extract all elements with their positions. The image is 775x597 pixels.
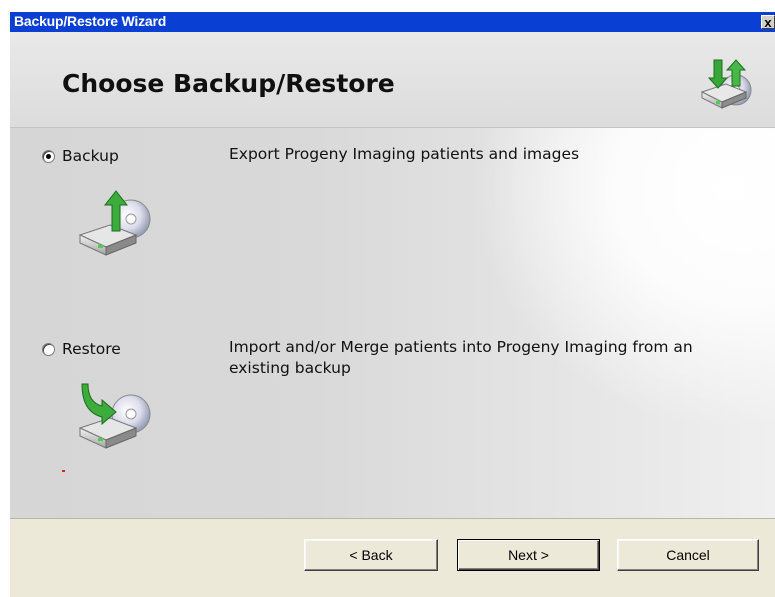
backup-radio[interactable] xyxy=(42,149,55,163)
backup-radio-option[interactable]: Backup xyxy=(42,147,119,165)
wizard-window: Backup/Restore Wizard x Choose Backup/Re… xyxy=(0,0,775,597)
page-title: Choose Backup/Restore xyxy=(62,69,395,98)
backup-label: Backup xyxy=(62,147,119,165)
cancel-button[interactable]: Cancel xyxy=(617,539,759,571)
stray-red-mark xyxy=(62,470,65,472)
title-bar[interactable]: Backup/Restore Wizard x xyxy=(10,12,775,32)
radio-selected-dot xyxy=(46,153,51,159)
back-button[interactable]: < Back xyxy=(304,539,438,571)
restore-label: Restore xyxy=(62,340,121,358)
restore-drive-icon xyxy=(78,383,151,449)
restore-description: Import and/or Merge patients into Progen… xyxy=(229,338,693,377)
restore-radio[interactable] xyxy=(42,342,55,356)
next-button[interactable]: Next > xyxy=(457,539,600,571)
button-bar: < Back Next > Cancel xyxy=(10,518,775,597)
backup-restore-drive-icon xyxy=(700,59,752,109)
wizard-header: Choose Backup/Restore xyxy=(10,32,775,128)
close-button[interactable]: x xyxy=(761,15,775,29)
backup-drive-icon xyxy=(78,190,151,256)
window-title: Backup/Restore Wizard xyxy=(14,13,167,29)
restore-radio-option[interactable]: Restore xyxy=(42,340,121,358)
backup-description: Export Progeny Imaging patients and imag… xyxy=(229,145,580,163)
